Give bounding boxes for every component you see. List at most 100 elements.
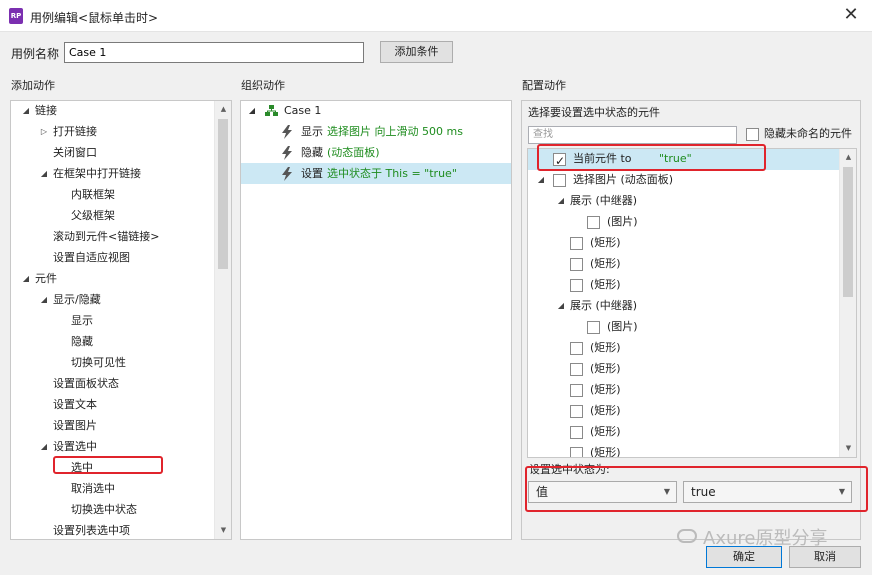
widget-checkbox[interactable]	[587, 216, 600, 229]
action-item[interactable]: ◢ 链接	[11, 101, 216, 121]
expand-arrow-icon[interactable]: ◢	[536, 170, 546, 190]
scroll-thumb[interactable]	[843, 167, 853, 297]
action-verb: 显示	[301, 125, 323, 138]
action-item-label: 滚动到元件<锚链接>	[53, 230, 160, 243]
action-item-label: 取消选中	[71, 482, 115, 495]
action-item[interactable]: 滚动到元件<锚链接>	[11, 227, 216, 247]
action-item[interactable]: 设置文本	[11, 395, 216, 415]
case-name-label: Case 1	[284, 104, 322, 117]
widget-label: (矩形)	[590, 278, 621, 291]
action-item[interactable]: ◢ 元件	[11, 269, 216, 289]
widget-checkbox[interactable]	[553, 174, 566, 187]
action-item[interactable]: 显示	[11, 311, 216, 331]
widget-tree-item[interactable]: ◢ 选择图片 (动态面板)	[528, 170, 840, 191]
search-input[interactable]: 查找	[528, 126, 737, 144]
expand-arrow-icon[interactable]: ◢	[556, 191, 566, 211]
action-item[interactable]: 取消选中	[11, 479, 216, 499]
action-item-label: 显示/隐藏	[53, 293, 101, 306]
widget-tree-item[interactable]: ◢ 展示 (中继器)	[528, 191, 840, 212]
action-item[interactable]: 设置面板状态	[11, 374, 216, 394]
scroll-thumb[interactable]	[218, 119, 228, 269]
action-item[interactable]: ◢ 显示/隐藏	[11, 290, 216, 310]
widget-tree-item[interactable]: (矩形)	[528, 275, 840, 296]
widget-tree-item[interactable]: (图片)	[528, 212, 840, 233]
cancel-button[interactable]: 取消	[789, 546, 861, 568]
expand-arrow-icon[interactable]: ◢	[247, 101, 257, 121]
hide-unnamed-label: 隐藏未命名的元件	[764, 127, 852, 140]
widget-label: (图片)	[607, 215, 638, 228]
action-item[interactable]: 父级框架	[11, 206, 216, 226]
widget-tree-item[interactable]: (矩形)	[528, 401, 840, 422]
widget-tree-scrollbar[interactable]: ▲ ▼	[839, 149, 856, 457]
widget-tree-item[interactable]: (图片)	[528, 317, 840, 338]
action-item[interactable]: 设置列表选中项	[11, 521, 216, 539]
collapse-arrow-icon[interactable]: ▷	[39, 122, 49, 142]
action-item-label: 父级框架	[71, 209, 115, 222]
action-item[interactable]: 切换可见性	[11, 353, 216, 373]
action-item-label: 显示	[71, 314, 93, 327]
organize-action-heading: 组织动作	[241, 79, 285, 92]
widget-checkbox[interactable]	[570, 363, 583, 376]
widget-checkbox[interactable]	[570, 342, 583, 355]
action-target: (动态面板)	[327, 146, 380, 159]
highlight-current-widget	[537, 144, 766, 171]
widget-tree-item[interactable]: (矩形)	[528, 338, 840, 359]
scroll-up-icon[interactable]: ▲	[215, 101, 231, 118]
expand-arrow-icon[interactable]: ◢	[39, 290, 49, 310]
widget-checkbox[interactable]	[587, 321, 600, 334]
close-icon[interactable]: ✕	[840, 4, 862, 26]
expand-arrow-icon[interactable]: ◢	[21, 269, 31, 289]
case-tree-icon	[265, 105, 278, 116]
widget-checkbox[interactable]	[570, 258, 583, 271]
action-item[interactable]: ▷ 打开链接	[11, 122, 216, 142]
action-item[interactable]: 关闭窗口	[11, 143, 216, 163]
widget-label: 展示 (中继器)	[570, 194, 638, 207]
widget-tree-item[interactable]: (矩形)	[528, 380, 840, 401]
widget-label: (矩形)	[590, 341, 621, 354]
widget-label: (矩形)	[590, 425, 621, 438]
expand-arrow-icon[interactable]: ◢	[39, 437, 49, 457]
widget-checkbox[interactable]	[570, 279, 583, 292]
add-action-heading: 添加动作	[11, 79, 55, 92]
ok-button[interactable]: 确定	[706, 546, 782, 568]
expand-arrow-icon[interactable]: ◢	[39, 164, 49, 184]
widget-checkbox[interactable]	[570, 384, 583, 397]
actions-scrollbar[interactable]: ▲ ▼	[214, 101, 231, 539]
widget-checkbox[interactable]	[570, 237, 583, 250]
widget-tree-item[interactable]: (矩形)	[528, 359, 840, 380]
expand-arrow-icon[interactable]: ◢	[21, 101, 31, 121]
action-target: 选中状态于 This = "true"	[327, 167, 457, 180]
add-action-panel: ◢ 链接 ▷ 打开链接 关闭窗口 ◢ 在框架中打开链接 内联框架父级框架滚动到元件<锚链接> 设…	[10, 100, 232, 540]
widget-label: (矩形)	[590, 236, 621, 249]
widget-checkbox[interactable]	[570, 447, 583, 457]
scroll-up-icon[interactable]: ▲	[840, 149, 856, 166]
scroll-down-icon[interactable]: ▼	[840, 440, 856, 457]
action-item-label: 设置图片	[53, 419, 97, 432]
widget-label: (矩形)	[590, 362, 621, 375]
widget-tree-item[interactable]: (矩形)	[528, 443, 840, 458]
case-name-input[interactable]	[64, 42, 364, 63]
widget-tree-item[interactable]: ◢ 展示 (中继器)	[528, 296, 840, 317]
widget-label: (矩形)	[590, 446, 621, 458]
action-item[interactable]: 隐藏	[11, 332, 216, 352]
action-item[interactable]: 设置图片	[11, 416, 216, 436]
action-item[interactable]: 内联框架	[11, 185, 216, 205]
scroll-down-icon[interactable]: ▼	[215, 522, 231, 539]
widget-tree-item[interactable]: (矩形)	[528, 254, 840, 275]
add-condition-button[interactable]: 添加条件	[380, 41, 453, 63]
highlight-select-action	[53, 456, 163, 474]
widget-tree-item[interactable]: (矩形)	[528, 233, 840, 254]
widget-checkbox[interactable]	[570, 426, 583, 439]
action-item[interactable]: 切换选中状态	[11, 500, 216, 520]
hide-unnamed-checkbox[interactable]	[746, 128, 759, 141]
widget-label: (矩形)	[590, 404, 621, 417]
widget-tree-item[interactable]: (矩形)	[528, 422, 840, 443]
action-item-label: 元件	[35, 272, 57, 285]
action-target: 选择图片 向上滑动 500 ms	[327, 125, 463, 138]
expand-arrow-icon[interactable]: ◢	[556, 296, 566, 316]
action-item[interactable]: ◢ 在框架中打开链接	[11, 164, 216, 184]
action-item[interactable]: 设置自适应视图	[11, 248, 216, 268]
widget-label: 展示 (中继器)	[570, 299, 638, 312]
action-item[interactable]: ◢ 设置选中	[11, 437, 216, 457]
widget-checkbox[interactable]	[570, 405, 583, 418]
